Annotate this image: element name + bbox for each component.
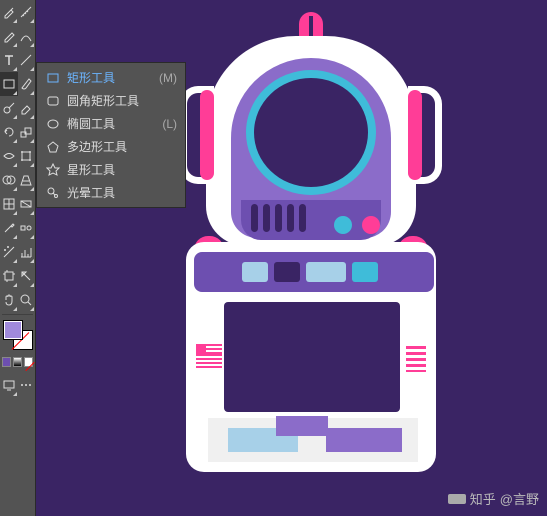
color-mode-gradient[interactable] <box>13 357 22 367</box>
flyout-label: 圆角矩形工具 <box>67 92 171 109</box>
flyout-item-ellipse[interactable]: 椭圆工具 (L) <box>37 112 185 135</box>
flyout-item-flare[interactable]: 光晕工具 <box>37 181 185 204</box>
flyout-item-polygon[interactable]: 多边形工具 <box>37 135 185 158</box>
rectangle-tool[interactable] <box>0 72 18 96</box>
flyout-label: 星形工具 <box>67 161 171 178</box>
gradient-tool[interactable] <box>18 192 36 216</box>
shape-tool-flyout: 矩形工具 (M) 圆角矩形工具 椭圆工具 (L) 多边形工具 星形工具 光晕工具 <box>36 62 186 208</box>
chest-seg-4 <box>352 262 378 282</box>
flyout-label: 光晕工具 <box>67 184 171 201</box>
color-mode-none[interactable] <box>24 357 33 367</box>
stripe-patch <box>406 346 426 372</box>
hand-tool[interactable] <box>0 288 18 312</box>
chest-screen <box>224 302 400 412</box>
flare-icon <box>45 186 61 200</box>
eraser-tool[interactable] <box>18 96 36 120</box>
belt-block-2 <box>276 416 328 436</box>
roundrect-icon <box>45 94 61 108</box>
flyout-label: 矩形工具 <box>67 69 153 86</box>
flyout-shortcut: (M) <box>159 71 177 85</box>
perspective-tool[interactable] <box>18 168 36 192</box>
watermark: 知乎 @言野 <box>448 489 539 508</box>
chest-seg-2 <box>274 262 300 282</box>
chest-seg-3 <box>306 262 346 282</box>
eyedropper2-tool[interactable] <box>0 216 18 240</box>
rect-icon <box>45 71 61 85</box>
color-mode-solid[interactable] <box>2 357 11 367</box>
panel-led-blue <box>334 216 352 234</box>
shape-builder-tool[interactable] <box>0 168 18 192</box>
type-tool[interactable] <box>0 48 18 72</box>
flag-patch <box>196 344 222 370</box>
rotate-tool[interactable] <box>0 120 18 144</box>
zhihu-logo-icon <box>448 494 466 504</box>
scale-tool[interactable] <box>18 120 36 144</box>
flyout-label: 多边形工具 <box>67 138 171 155</box>
polygon-icon <box>45 140 61 154</box>
pencil-tool[interactable] <box>0 24 18 48</box>
helmet-hinge-left <box>200 90 214 180</box>
star-icon <box>45 163 61 177</box>
slice-tool[interactable] <box>18 264 36 288</box>
flyout-item-rounded-rect[interactable]: 圆角矩形工具 <box>37 89 185 112</box>
symbol-sprayer-tool[interactable] <box>0 240 18 264</box>
blend-tool[interactable] <box>18 216 36 240</box>
width-tool[interactable] <box>0 144 18 168</box>
watermark-text: @言野 <box>500 489 539 508</box>
belt-block-3 <box>326 428 402 452</box>
smooth-tool[interactable] <box>18 24 36 48</box>
color-mode-row <box>0 355 35 369</box>
fill-swatch[interactable] <box>3 320 23 340</box>
flyout-shortcut: (L) <box>162 117 177 131</box>
zoom-tool[interactable] <box>18 288 36 312</box>
visor-glass <box>246 70 376 195</box>
line-tool[interactable] <box>18 48 36 72</box>
panel-led-pink <box>362 216 380 234</box>
helmet-hinge-right <box>408 90 422 180</box>
graph-tool[interactable] <box>18 240 36 264</box>
blob-brush-tool[interactable] <box>0 96 18 120</box>
flyout-label: 椭圆工具 <box>67 115 156 132</box>
artboard-tool[interactable] <box>0 264 18 288</box>
ellipse-icon <box>45 117 61 131</box>
flyout-item-rectangle[interactable]: 矩形工具 (M) <box>37 66 185 89</box>
flyout-item-star[interactable]: 星形工具 <box>37 158 185 181</box>
edit-toolbar[interactable] <box>18 373 36 397</box>
screen-mode-tool[interactable] <box>0 373 18 397</box>
mesh-tool[interactable] <box>0 192 18 216</box>
visor-vents <box>251 204 306 232</box>
fill-stroke-swatch[interactable] <box>0 317 36 355</box>
free-transform-tool[interactable] <box>18 144 36 168</box>
paintbrush-tool[interactable] <box>18 72 36 96</box>
watermark-brand: 知乎 <box>470 489 496 508</box>
chest-seg-1 <box>242 262 268 282</box>
astronaut-artwork <box>146 8 476 508</box>
measure-tool[interactable] <box>18 0 36 24</box>
tools-panel <box>0 0 36 516</box>
eyedropper-tool[interactable] <box>0 0 18 24</box>
